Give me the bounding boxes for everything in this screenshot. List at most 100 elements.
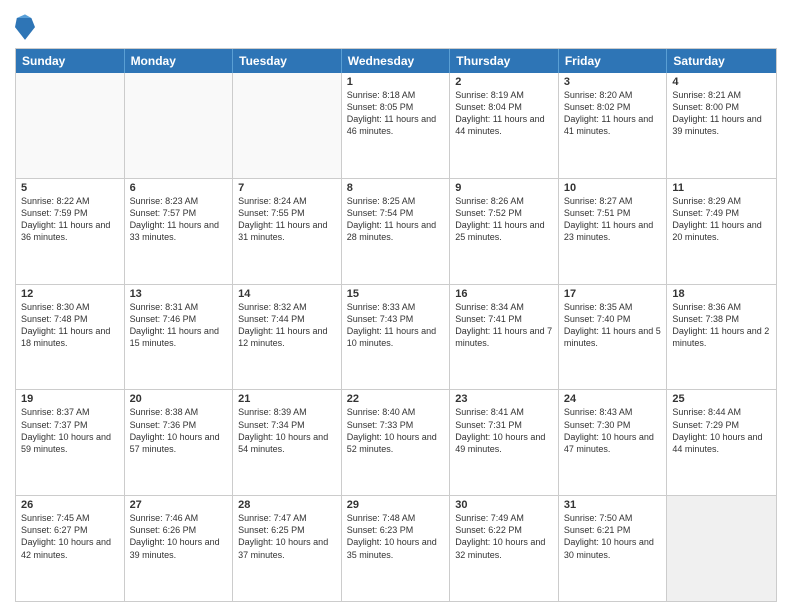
cell-info: Sunrise: 7:50 AM Sunset: 6:21 PM Dayligh…	[564, 512, 662, 561]
calendar-row: 12Sunrise: 8:30 AM Sunset: 7:48 PM Dayli…	[16, 285, 776, 391]
calendar-cell: 25Sunrise: 8:44 AM Sunset: 7:29 PM Dayli…	[667, 390, 776, 495]
calendar-cell: 30Sunrise: 7:49 AM Sunset: 6:22 PM Dayli…	[450, 496, 559, 601]
calendar-cell: 17Sunrise: 8:35 AM Sunset: 7:40 PM Dayli…	[559, 285, 668, 390]
day-number: 12	[21, 288, 119, 300]
day-number: 3	[564, 76, 662, 88]
day-number: 17	[564, 288, 662, 300]
calendar-cell: 29Sunrise: 7:48 AM Sunset: 6:23 PM Dayli…	[342, 496, 451, 601]
cell-info: Sunrise: 8:39 AM Sunset: 7:34 PM Dayligh…	[238, 406, 336, 455]
calendar-row: 19Sunrise: 8:37 AM Sunset: 7:37 PM Dayli…	[16, 390, 776, 496]
calendar-cell: 13Sunrise: 8:31 AM Sunset: 7:46 PM Dayli…	[125, 285, 234, 390]
calendar-cell: 5Sunrise: 8:22 AM Sunset: 7:59 PM Daylig…	[16, 179, 125, 284]
cell-info: Sunrise: 7:46 AM Sunset: 6:26 PM Dayligh…	[130, 512, 228, 561]
cell-info: Sunrise: 8:23 AM Sunset: 7:57 PM Dayligh…	[130, 195, 228, 244]
calendar-cell: 12Sunrise: 8:30 AM Sunset: 7:48 PM Dayli…	[16, 285, 125, 390]
cell-info: Sunrise: 8:27 AM Sunset: 7:51 PM Dayligh…	[564, 195, 662, 244]
calendar-header-cell: Tuesday	[233, 49, 342, 73]
calendar-header: SundayMondayTuesdayWednesdayThursdayFrid…	[16, 49, 776, 73]
day-number: 24	[564, 393, 662, 405]
day-number: 1	[347, 76, 445, 88]
calendar-cell: 2Sunrise: 8:19 AM Sunset: 8:04 PM Daylig…	[450, 73, 559, 178]
cell-info: Sunrise: 8:41 AM Sunset: 7:31 PM Dayligh…	[455, 406, 553, 455]
calendar-row: 1Sunrise: 8:18 AM Sunset: 8:05 PM Daylig…	[16, 73, 776, 179]
cell-info: Sunrise: 8:31 AM Sunset: 7:46 PM Dayligh…	[130, 301, 228, 350]
calendar-cell	[16, 73, 125, 178]
cell-info: Sunrise: 8:25 AM Sunset: 7:54 PM Dayligh…	[347, 195, 445, 244]
day-number: 16	[455, 288, 553, 300]
calendar-cell: 22Sunrise: 8:40 AM Sunset: 7:33 PM Dayli…	[342, 390, 451, 495]
calendar-cell: 28Sunrise: 7:47 AM Sunset: 6:25 PM Dayli…	[233, 496, 342, 601]
cell-info: Sunrise: 8:19 AM Sunset: 8:04 PM Dayligh…	[455, 89, 553, 138]
cell-info: Sunrise: 8:24 AM Sunset: 7:55 PM Dayligh…	[238, 195, 336, 244]
day-number: 9	[455, 182, 553, 194]
calendar-cell	[125, 73, 234, 178]
calendar-cell: 24Sunrise: 8:43 AM Sunset: 7:30 PM Dayli…	[559, 390, 668, 495]
logo-icon	[15, 14, 35, 42]
calendar-cell: 16Sunrise: 8:34 AM Sunset: 7:41 PM Dayli…	[450, 285, 559, 390]
cell-info: Sunrise: 7:47 AM Sunset: 6:25 PM Dayligh…	[238, 512, 336, 561]
day-number: 8	[347, 182, 445, 194]
day-number: 4	[672, 76, 771, 88]
day-number: 25	[672, 393, 771, 405]
cell-info: Sunrise: 8:33 AM Sunset: 7:43 PM Dayligh…	[347, 301, 445, 350]
day-number: 11	[672, 182, 771, 194]
calendar-header-cell: Friday	[559, 49, 668, 73]
day-number: 22	[347, 393, 445, 405]
calendar-cell: 10Sunrise: 8:27 AM Sunset: 7:51 PM Dayli…	[559, 179, 668, 284]
cell-info: Sunrise: 8:21 AM Sunset: 8:00 PM Dayligh…	[672, 89, 771, 138]
calendar-body: 1Sunrise: 8:18 AM Sunset: 8:05 PM Daylig…	[16, 73, 776, 601]
cell-info: Sunrise: 8:26 AM Sunset: 7:52 PM Dayligh…	[455, 195, 553, 244]
day-number: 20	[130, 393, 228, 405]
calendar-cell: 31Sunrise: 7:50 AM Sunset: 6:21 PM Dayli…	[559, 496, 668, 601]
calendar-cell: 9Sunrise: 8:26 AM Sunset: 7:52 PM Daylig…	[450, 179, 559, 284]
cell-info: Sunrise: 8:40 AM Sunset: 7:33 PM Dayligh…	[347, 406, 445, 455]
calendar-cell: 26Sunrise: 7:45 AM Sunset: 6:27 PM Dayli…	[16, 496, 125, 601]
day-number: 26	[21, 499, 119, 511]
cell-info: Sunrise: 7:49 AM Sunset: 6:22 PM Dayligh…	[455, 512, 553, 561]
calendar-cell: 1Sunrise: 8:18 AM Sunset: 8:05 PM Daylig…	[342, 73, 451, 178]
calendar-cell: 19Sunrise: 8:37 AM Sunset: 7:37 PM Dayli…	[16, 390, 125, 495]
day-number: 6	[130, 182, 228, 194]
day-number: 10	[564, 182, 662, 194]
day-number: 28	[238, 499, 336, 511]
calendar-cell: 18Sunrise: 8:36 AM Sunset: 7:38 PM Dayli…	[667, 285, 776, 390]
day-number: 19	[21, 393, 119, 405]
day-number: 27	[130, 499, 228, 511]
calendar-cell: 7Sunrise: 8:24 AM Sunset: 7:55 PM Daylig…	[233, 179, 342, 284]
calendar-cell: 4Sunrise: 8:21 AM Sunset: 8:00 PM Daylig…	[667, 73, 776, 178]
calendar-header-cell: Thursday	[450, 49, 559, 73]
day-number: 5	[21, 182, 119, 194]
day-number: 15	[347, 288, 445, 300]
cell-info: Sunrise: 8:32 AM Sunset: 7:44 PM Dayligh…	[238, 301, 336, 350]
cell-info: Sunrise: 8:43 AM Sunset: 7:30 PM Dayligh…	[564, 406, 662, 455]
cell-info: Sunrise: 7:48 AM Sunset: 6:23 PM Dayligh…	[347, 512, 445, 561]
cell-info: Sunrise: 8:35 AM Sunset: 7:40 PM Dayligh…	[564, 301, 662, 350]
cell-info: Sunrise: 8:38 AM Sunset: 7:36 PM Dayligh…	[130, 406, 228, 455]
day-number: 21	[238, 393, 336, 405]
calendar-cell: 11Sunrise: 8:29 AM Sunset: 7:49 PM Dayli…	[667, 179, 776, 284]
calendar-cell	[667, 496, 776, 601]
day-number: 7	[238, 182, 336, 194]
day-number: 31	[564, 499, 662, 511]
day-number: 2	[455, 76, 553, 88]
day-number: 30	[455, 499, 553, 511]
cell-info: Sunrise: 8:37 AM Sunset: 7:37 PM Dayligh…	[21, 406, 119, 455]
logo	[15, 14, 37, 42]
calendar: SundayMondayTuesdayWednesdayThursdayFrid…	[15, 48, 777, 602]
calendar-cell: 20Sunrise: 8:38 AM Sunset: 7:36 PM Dayli…	[125, 390, 234, 495]
cell-info: Sunrise: 8:29 AM Sunset: 7:49 PM Dayligh…	[672, 195, 771, 244]
calendar-cell: 21Sunrise: 8:39 AM Sunset: 7:34 PM Dayli…	[233, 390, 342, 495]
cell-info: Sunrise: 8:20 AM Sunset: 8:02 PM Dayligh…	[564, 89, 662, 138]
calendar-cell	[233, 73, 342, 178]
header	[15, 10, 777, 42]
calendar-cell: 14Sunrise: 8:32 AM Sunset: 7:44 PM Dayli…	[233, 285, 342, 390]
calendar-row: 26Sunrise: 7:45 AM Sunset: 6:27 PM Dayli…	[16, 496, 776, 601]
calendar-cell: 6Sunrise: 8:23 AM Sunset: 7:57 PM Daylig…	[125, 179, 234, 284]
cell-info: Sunrise: 8:18 AM Sunset: 8:05 PM Dayligh…	[347, 89, 445, 138]
cell-info: Sunrise: 7:45 AM Sunset: 6:27 PM Dayligh…	[21, 512, 119, 561]
cell-info: Sunrise: 8:44 AM Sunset: 7:29 PM Dayligh…	[672, 406, 771, 455]
calendar-header-cell: Wednesday	[342, 49, 451, 73]
calendar-cell: 27Sunrise: 7:46 AM Sunset: 6:26 PM Dayli…	[125, 496, 234, 601]
calendar-cell: 23Sunrise: 8:41 AM Sunset: 7:31 PM Dayli…	[450, 390, 559, 495]
day-number: 23	[455, 393, 553, 405]
